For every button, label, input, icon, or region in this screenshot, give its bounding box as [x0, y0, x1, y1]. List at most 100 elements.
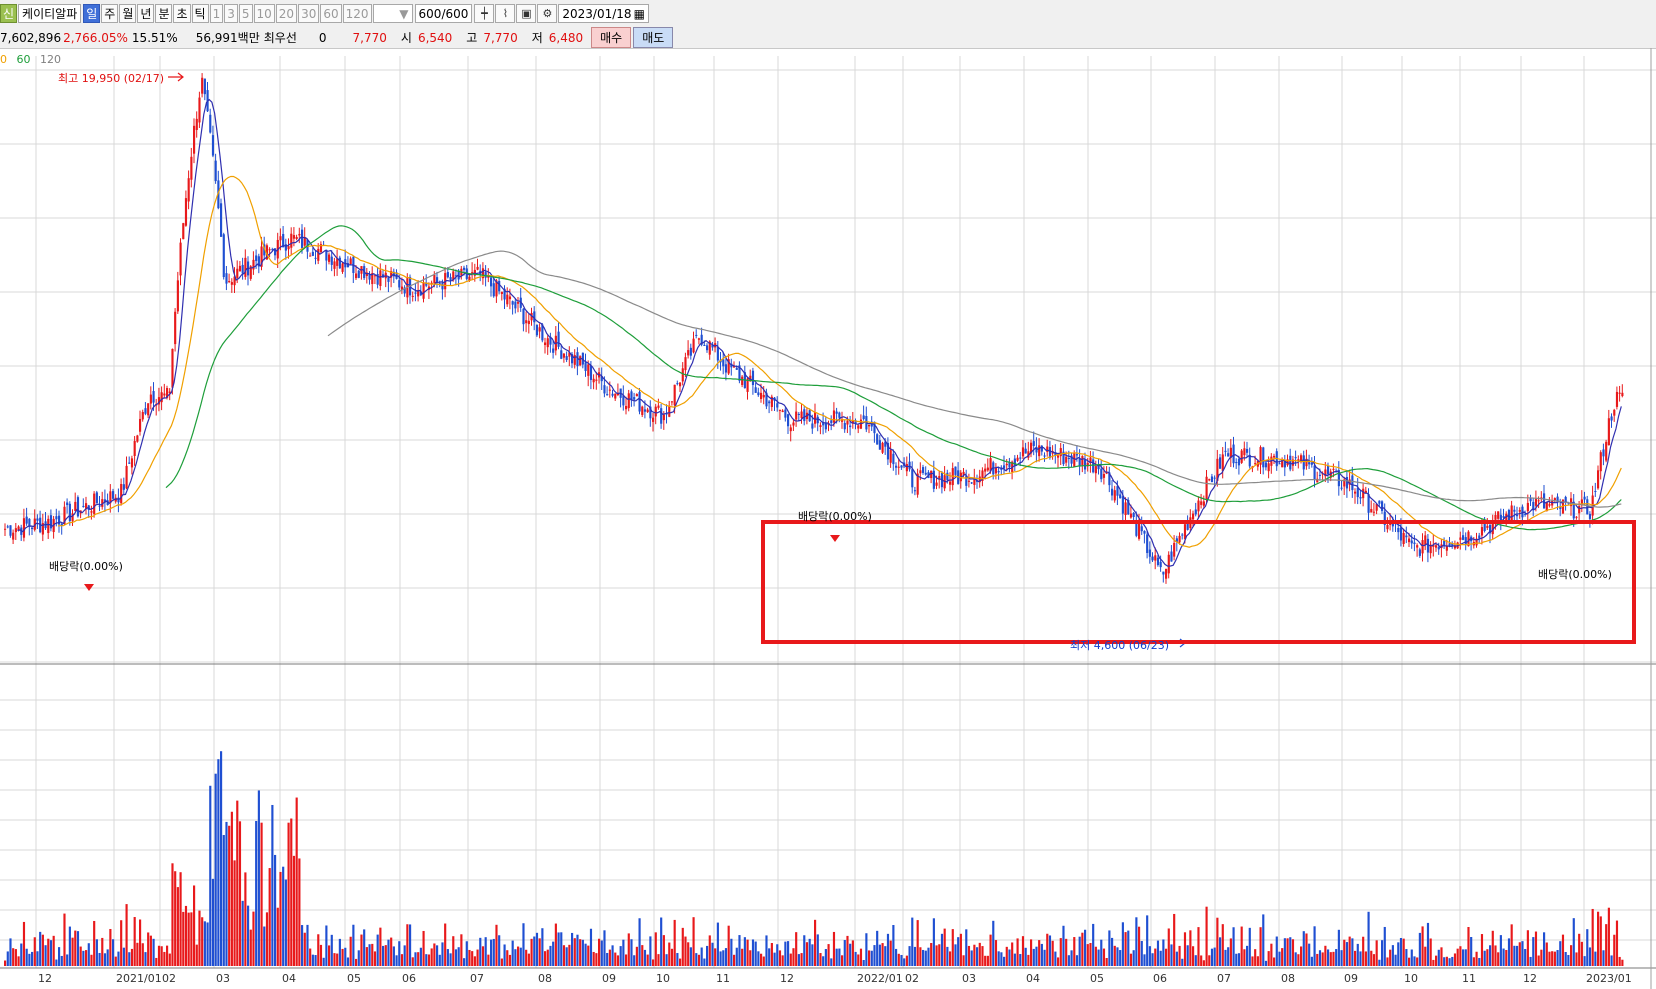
candle-body	[330, 256, 333, 265]
volume-bar	[557, 932, 560, 966]
volume-bar	[1416, 957, 1419, 966]
candle-body	[1024, 448, 1027, 454]
x-tick-label: 2023/01	[1586, 972, 1632, 985]
volume-bar	[665, 954, 668, 966]
candle-body	[74, 501, 77, 511]
candle-body	[584, 362, 587, 371]
candle-body	[1019, 457, 1022, 459]
volume-bar	[152, 938, 155, 966]
candle-body	[500, 291, 503, 294]
x-tick-label: 09	[602, 972, 616, 985]
candle-body	[36, 518, 39, 521]
volume-bar	[922, 949, 925, 966]
volume-bar	[257, 790, 260, 966]
candle-body	[1165, 569, 1168, 579]
volume-bar	[598, 938, 601, 966]
candle-body	[924, 472, 927, 475]
volume-bar	[1359, 951, 1362, 966]
volume-bar	[1251, 956, 1254, 966]
volume-bar	[1575, 952, 1578, 966]
volume-bar	[1264, 960, 1268, 966]
volume-bar	[1067, 955, 1070, 966]
candle-body	[1178, 535, 1181, 543]
volume-bar	[724, 948, 728, 966]
candle-body	[436, 277, 439, 282]
volume-bar	[133, 917, 136, 966]
volume-bar	[444, 923, 447, 966]
x-tick-label: 12	[38, 972, 52, 985]
candle-body	[220, 203, 223, 237]
candle-body	[268, 249, 271, 251]
volume-bar	[1032, 948, 1035, 966]
volume-bar	[1148, 946, 1151, 966]
volume-bar	[608, 949, 611, 966]
candle-body	[843, 422, 846, 430]
candle-body	[835, 411, 838, 414]
volume-bar	[595, 953, 598, 966]
volume-bar	[773, 952, 776, 966]
volume-bar	[1529, 956, 1532, 966]
volume-bar	[79, 946, 82, 966]
volume-bar	[1016, 938, 1019, 966]
volume-bar	[1248, 927, 1251, 966]
x-tick-label: 11	[1462, 972, 1476, 985]
volume-bar	[500, 958, 503, 966]
candle-body	[1208, 479, 1211, 481]
volume-bar	[195, 944, 198, 966]
volume-bar	[284, 879, 287, 966]
price-chart[interactable]	[0, 0, 1656, 989]
candle-body	[900, 465, 903, 468]
volume-bar	[1019, 954, 1022, 966]
candle-body	[1040, 445, 1043, 452]
dividend-arrow-icon	[830, 535, 840, 542]
candle-body	[1081, 456, 1084, 466]
candle-body	[1575, 516, 1578, 518]
volume-bar	[1081, 932, 1084, 966]
volume-bar	[1518, 942, 1521, 966]
candle-body	[986, 467, 989, 471]
volume-bar	[252, 911, 255, 966]
candle-body	[441, 282, 444, 290]
volume-bar	[681, 927, 684, 966]
volume-bar	[1192, 946, 1195, 966]
candle-body	[1202, 501, 1205, 506]
volume-bar	[1394, 954, 1397, 966]
volume-bar	[446, 949, 449, 966]
volume-bar	[103, 953, 107, 966]
candle-body	[511, 301, 514, 305]
volume-bar	[1283, 938, 1286, 966]
candle-body	[1232, 444, 1235, 464]
candle-body	[646, 409, 649, 413]
candle-body	[484, 272, 487, 278]
volume-bar	[287, 822, 290, 966]
volume-bar	[6, 951, 9, 966]
volume-bar	[309, 948, 312, 966]
volume-bar	[1418, 932, 1421, 966]
candle-body	[1246, 448, 1249, 453]
candle-body	[816, 416, 819, 424]
volume-bars	[4, 751, 1624, 966]
volume-bar	[1294, 952, 1297, 966]
volume-bar	[905, 955, 908, 966]
candle-body	[603, 385, 606, 394]
x-tick-label: 12	[1523, 972, 1537, 985]
volume-bar	[211, 878, 215, 966]
candle-body	[1243, 448, 1246, 456]
candle-body	[935, 482, 938, 486]
volume-bar	[206, 922, 209, 966]
candle-body	[994, 467, 998, 474]
volume-bar	[487, 954, 490, 966]
volume-bar	[546, 949, 549, 966]
candle-body	[141, 412, 144, 420]
volume-bar	[911, 917, 914, 966]
volume-bar	[1189, 930, 1192, 966]
candle-body	[139, 418, 142, 432]
candle-body	[1210, 476, 1214, 483]
candle-body	[1386, 524, 1389, 530]
volume-bar	[994, 940, 998, 966]
volume-bar	[1089, 942, 1092, 966]
volume-bar	[571, 932, 574, 966]
candle-body	[1156, 557, 1160, 566]
volume-bar	[17, 956, 20, 966]
candle-body	[333, 261, 336, 269]
